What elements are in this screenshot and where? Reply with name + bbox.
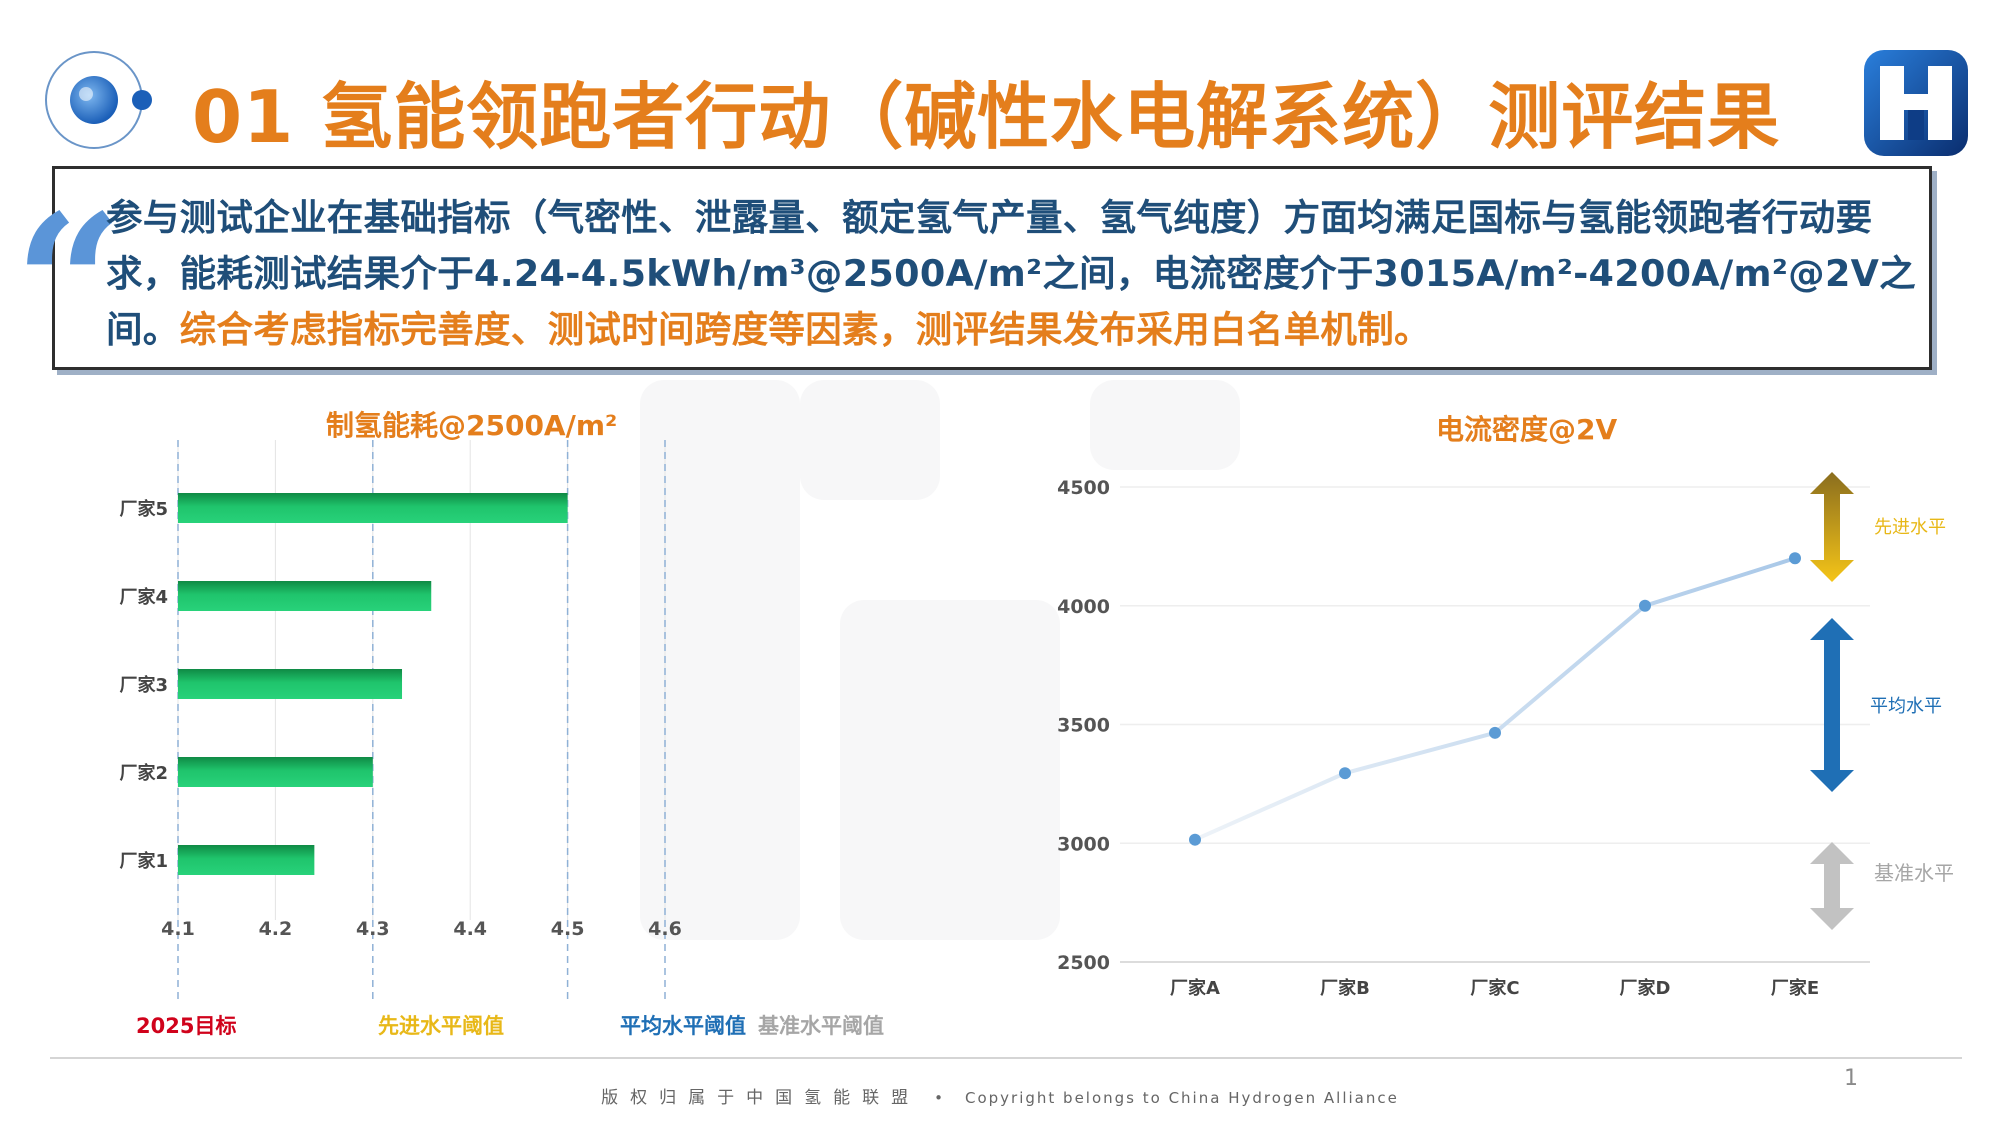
category-label: 厂家3 [119,674,168,696]
category-label: 厂家B [1320,977,1370,999]
threshold-label: 基准水平阈值 [758,1014,884,1038]
category-label: 厂家D [1620,977,1671,999]
threshold-label: 平均水平阈值 [620,1014,746,1038]
bar [178,845,315,875]
bar-chart-title: 制氢能耗@2500A/m² [326,409,618,442]
series-line [1194,556,1796,842]
category-label: 厂家C [1470,977,1519,999]
footer-copyright-cn: 版权归属于中国氢能联盟 [601,1088,921,1108]
tick-label: 4500 [1057,477,1110,499]
category-label: 厂家2 [119,762,168,784]
tick-label: 2500 [1057,952,1110,974]
data-point [1489,726,1501,739]
data-point [1339,767,1351,780]
tick-label: 4.5 [551,918,585,940]
tick-label: 4.1 [161,918,195,940]
category-label: 厂家A [1170,977,1220,999]
tick-label: 4.4 [453,918,487,940]
slide: 01 氢能领跑者行动（碱性水电解系统）测评结果 “ 参与测试企业在基础指标（气密… [0,0,2000,1125]
data-point [1639,599,1651,612]
bar [178,581,432,611]
hydrogen-alliance-logo-icon [1864,50,1968,156]
threshold-label: 2025目标 [136,1014,237,1038]
tick-label: 3000 [1057,833,1110,855]
bar [178,669,403,699]
line-chart-title: 电流密度@2V [1436,413,1618,446]
tick-label: 3500 [1057,715,1110,737]
category-label: 厂家E [1771,977,1819,999]
tick-label: 4.3 [356,918,390,940]
bar [178,757,373,787]
level-label: 基准水平 [1874,861,1954,885]
bar [178,493,568,523]
baseline-level-arrow-icon [1810,842,1854,930]
level-label: 先进水平 [1874,517,1946,538]
tick-label: 4.2 [259,918,293,940]
average-level-arrow-icon [1810,618,1854,792]
summary-text: 参与测试企业在基础指标（气密性、泄露量、额定氢气产量、氢气纯度）方面均满足国标与… [106,190,1926,358]
data-point [1189,833,1201,846]
summary-text-highlight: 综合考虑指标完善度、测试时间跨度等因素，测评结果发布采用白名单机制。 [179,308,1431,351]
category-label: 厂家4 [119,586,168,608]
category-label: 厂家5 [119,498,168,520]
footer: 版权归属于中国氢能联盟 • Copyright belongs to China H… [0,1083,2000,1108]
threshold-label: 先进水平阈值 [378,1014,504,1038]
footer-separator: • [934,1089,943,1107]
footer-divider [50,1057,1962,1059]
orbit-logo-icon [45,51,152,149]
current-density-line-chart: 2500 3000 3500 4000 4500 厂家A 厂家B 厂家C 厂家D 厂家E 先进水平平… [1057,472,1954,999]
data-point [1789,552,1801,565]
footer-copyright-en: Copyright belongs to China Hydrogen Alli… [964,1089,1399,1107]
advanced-level-arrow-icon [1810,472,1854,582]
level-label: 平均水平 [1870,696,1942,717]
tick-label: 4000 [1057,596,1110,618]
energy-consumption-bar-chart: 厂家5 厂家4 厂家3 厂家2 厂家1 4.1 4.2 4.3 4.4 4.5 4.6 [119,440,682,1000]
watermark [1090,380,1240,470]
page-title: 01 氢能领跑者行动（碱性水电解系统）测评结果 [192,75,1781,159]
category-label: 厂家1 [119,850,168,872]
tick-label: 4.6 [648,918,682,940]
